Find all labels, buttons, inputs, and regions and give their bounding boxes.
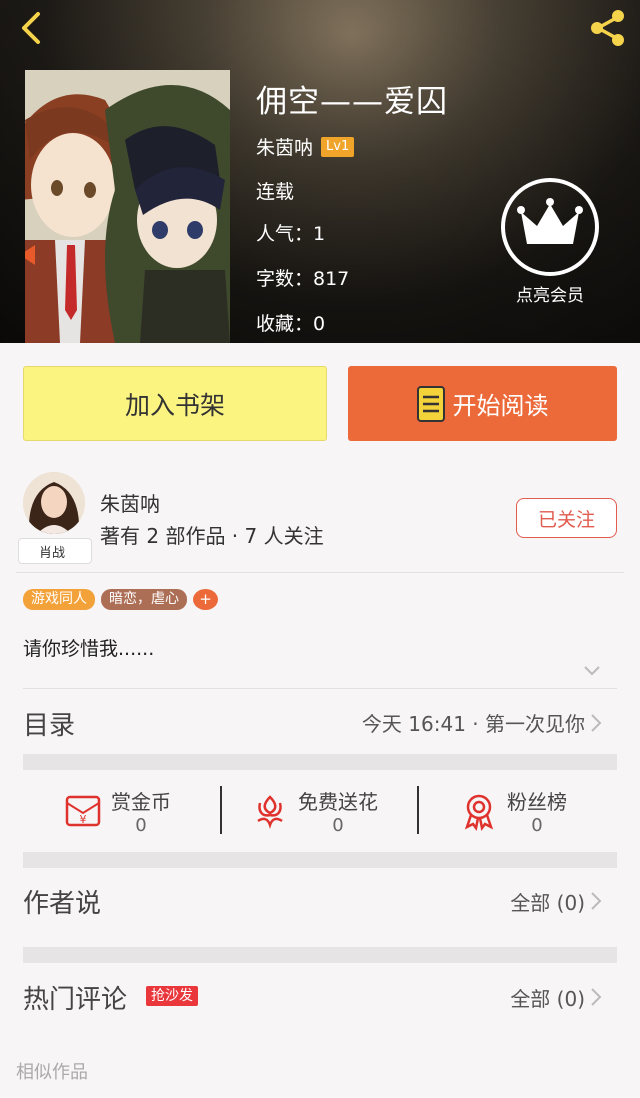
latest-chapter[interactable]: 今天 16:41 · 第一次见你 bbox=[362, 708, 585, 737]
chevron-down-icon[interactable] bbox=[582, 664, 602, 678]
medal-icon bbox=[464, 794, 494, 831]
book-synopsis: 请你珍惜我...... bbox=[23, 638, 155, 660]
author-avatar[interactable] bbox=[23, 472, 85, 534]
fan-ranking-button[interactable]: 粉丝榜 0 bbox=[459, 770, 567, 852]
start-reading-button[interactable]: 开始阅读 bbox=[348, 366, 617, 441]
svg-text:¥: ¥ bbox=[80, 813, 87, 826]
book-title: 佣空——爱囚 bbox=[256, 84, 448, 120]
section-band bbox=[23, 754, 617, 770]
book-icon bbox=[416, 385, 445, 422]
divider bbox=[220, 786, 222, 834]
vip-membership-button[interactable]: 点亮会员 bbox=[500, 178, 600, 306]
stat-value: 0 bbox=[531, 815, 543, 836]
divider bbox=[16, 572, 624, 573]
flower-icon bbox=[257, 795, 283, 829]
divider bbox=[23, 688, 617, 689]
back-arrow-icon[interactable] bbox=[14, 8, 54, 48]
add-tag-button[interactable]: + bbox=[193, 589, 218, 610]
red-envelope-icon: ¥ bbox=[65, 795, 101, 827]
vip-label: 点亮会员 bbox=[516, 286, 584, 306]
avatar-tag: 肖战 bbox=[18, 538, 92, 564]
tag-list: 游戏同人 暗恋，虐心 + bbox=[23, 589, 218, 610]
share-icon[interactable] bbox=[586, 8, 628, 48]
chevron-right-icon[interactable] bbox=[590, 713, 602, 733]
author-stats: 著有 2 部作品 · 7 人关注 bbox=[100, 524, 324, 548]
stat-value: 0 bbox=[332, 815, 344, 836]
hot-comments-all[interactable]: 全部 (0) bbox=[510, 983, 585, 1012]
book-popularity: 人气：1 bbox=[256, 223, 326, 245]
book-status: 连载 bbox=[256, 181, 295, 203]
tag-secret-love[interactable]: 暗恋，虐心 bbox=[101, 589, 187, 610]
chevron-right-icon[interactable] bbox=[590, 987, 602, 1007]
stat-label: 粉丝榜 bbox=[507, 790, 567, 814]
book-word-count: 字数：817 bbox=[256, 268, 350, 290]
hot-comments-label[interactable]: 热门评论 bbox=[23, 979, 127, 1016]
send-flower-button[interactable]: 免费送花 0 bbox=[250, 770, 378, 852]
follow-button[interactable]: 已关注 bbox=[516, 498, 617, 538]
first-comment-badge[interactable]: 抢沙发 bbox=[146, 986, 198, 1006]
author-name[interactable]: 朱茵呐 bbox=[100, 488, 160, 517]
tag-game-fanfic[interactable]: 游戏同人 bbox=[23, 589, 95, 610]
author-says-all[interactable]: 全部 (0) bbox=[510, 887, 585, 916]
start-reading-label: 开始阅读 bbox=[452, 392, 549, 420]
section-band bbox=[23, 947, 617, 963]
book-author-name[interactable]: 朱茵呐 bbox=[256, 133, 313, 160]
divider bbox=[417, 786, 419, 834]
stats-row: ¥ 赏金币 0 免费送花 0 粉丝榜 0 bbox=[23, 770, 617, 852]
book-favorites: 收藏：0 bbox=[256, 313, 326, 335]
author-says-label[interactable]: 作者说 bbox=[23, 883, 101, 920]
toc-label[interactable]: 目录 bbox=[23, 705, 75, 742]
add-to-shelf-button[interactable]: 加入书架 bbox=[23, 366, 327, 441]
section-band bbox=[23, 852, 617, 868]
crown-icon bbox=[501, 178, 599, 276]
book-author-row[interactable]: 朱茵呐 Lv1 bbox=[256, 133, 355, 160]
similar-works-label: 相似作品 bbox=[16, 1062, 88, 1083]
chevron-right-icon[interactable] bbox=[590, 891, 602, 911]
stat-value: 0 bbox=[135, 815, 147, 836]
stat-label: 免费送花 bbox=[298, 790, 378, 814]
author-level-badge: Lv1 bbox=[321, 136, 355, 157]
reward-coin-button[interactable]: ¥ 赏金币 0 bbox=[63, 770, 171, 852]
book-cover-image[interactable] bbox=[25, 70, 230, 343]
stat-label: 赏金币 bbox=[111, 790, 171, 814]
